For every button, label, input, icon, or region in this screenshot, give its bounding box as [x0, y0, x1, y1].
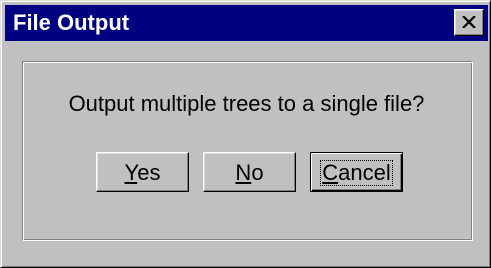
cancel-accelerator: C — [322, 160, 339, 186]
no-accelerator: N — [235, 160, 252, 186]
cancel-button-label: Cancel — [320, 160, 393, 187]
yes-button-label: Yes — [125, 161, 161, 185]
content-frame — [22, 61, 473, 241]
dialog-title: File Output — [13, 10, 130, 35]
cancel-label-rest: ancel — [338, 160, 391, 186]
close-icon — [462, 16, 476, 28]
no-button-label: No — [235, 161, 263, 185]
no-label-rest: o — [251, 160, 264, 186]
file-output-dialog: File Output Output multiple trees to a s… — [0, 0, 491, 268]
yes-button[interactable]: Yes — [96, 152, 189, 192]
yes-label-rest: es — [137, 160, 161, 186]
cancel-button[interactable]: Cancel — [310, 152, 403, 192]
close-button[interactable] — [454, 9, 484, 36]
dialog-message: Output multiple trees to a single file? — [68, 91, 425, 116]
title-bar[interactable]: File Output — [5, 5, 488, 41]
yes-accelerator: Y — [124, 160, 138, 186]
no-button[interactable]: No — [203, 152, 296, 192]
